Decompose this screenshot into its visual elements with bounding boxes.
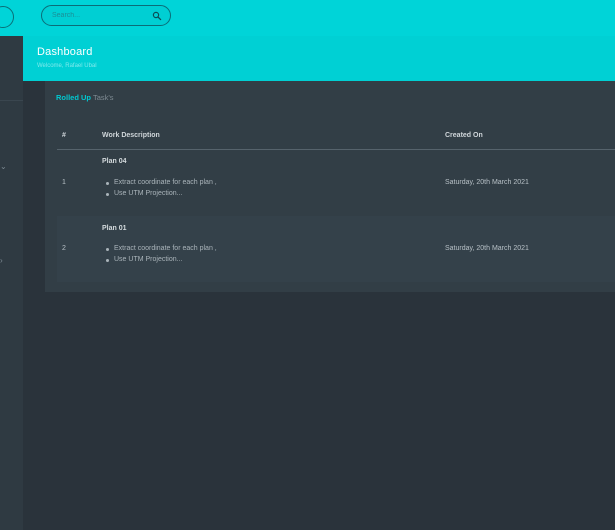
row-plan-name: Plan 01 [102,225,127,232]
list-item: Use UTM Projection... [105,256,183,263]
row-number: 2 [62,245,66,252]
page-title: Dashboard [37,46,93,58]
row-number: 1 [62,179,66,186]
list-item: Extract coordinate for each plan , [106,179,217,186]
card-notch [23,81,45,103]
table-row[interactable]: 1 Plan 04 Extract coordinate for each pl… [57,151,615,217]
card-title-accent: Rolled Up [56,93,91,102]
column-header-work-description: Work Description [102,132,160,139]
card-title-rest: Task's [92,93,114,102]
rolled-up-tasks-card: Rolled Up Task's # Work Description Crea… [45,81,615,292]
chevron-right-icon[interactable]: › [0,257,3,265]
page-subtitle: Welcome, Rafael Ubal [37,63,97,69]
chevron-down-icon[interactable]: ⌄ [0,163,7,171]
sidebar: ⌄ › [0,0,23,530]
row-created-on: Saturday, 20th March 2021 [445,245,529,252]
top-bar [23,0,615,36]
column-header-created-on: Created On [445,132,483,139]
list-item: Extract coordinate for each plan , [106,245,217,252]
search-input[interactable] [52,9,140,22]
search-box [41,5,171,26]
table-row[interactable]: 2 Plan 01 Extract coordinate for each pl… [57,216,615,282]
row-plan-name: Plan 04 [102,158,127,165]
card-title: Rolled Up Task's [56,93,114,102]
table-header: # Work Description Created On [57,130,615,150]
list-item: Use UTM Projection... [105,190,183,197]
sidebar-divider [0,100,23,101]
row-created-on: Saturday, 20th March 2021 [445,179,529,186]
column-header-number: # [62,132,66,139]
sidebar-toggle-button[interactable] [0,6,14,28]
sidebar-header [0,0,23,36]
search-icon[interactable] [152,11,162,21]
